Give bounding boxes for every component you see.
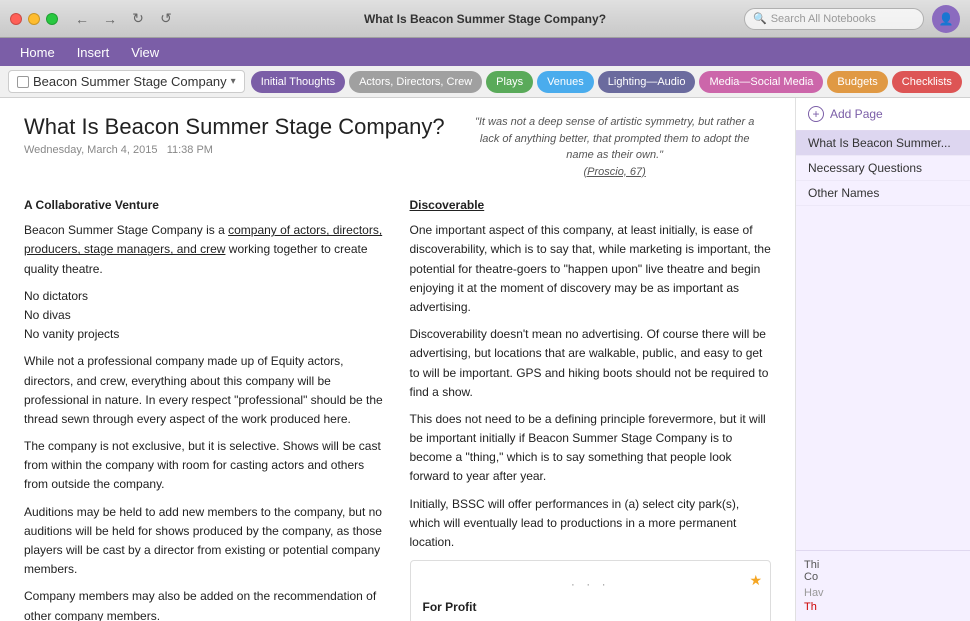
content-area: What Is Beacon Summer Stage Company? Wed…: [0, 98, 795, 621]
discover-p2: Discoverability doesn't mean no advertis…: [410, 325, 772, 402]
page-quote: "It was not a deep sense of artistic sym…: [465, 114, 765, 180]
search-bar[interactable]: 🔍 Search All Notebooks: [744, 8, 924, 30]
window-controls: [10, 13, 58, 25]
section-discoverable-title: Discoverable: [410, 196, 772, 215]
nav-arrows: ← → ↻ ↺: [70, 9, 178, 29]
left-column: A Collaborative Venture Beacon Summer St…: [12, 188, 398, 621]
sidebar-pages: What Is Beacon Summer... Necessary Quest…: [796, 131, 970, 550]
preview-text1: Thi: [804, 559, 962, 571]
for-profit-box: · · · ★ For Profit Nope, not saying anyo…: [410, 560, 772, 621]
back-button[interactable]: ←: [70, 9, 94, 29]
auditions-p: Auditions may be held to add new members…: [24, 503, 386, 580]
discover-p4: Initially, BSSC will offer performances …: [410, 495, 772, 553]
tab-checklists[interactable]: Checklists: [892, 71, 962, 93]
close-button[interactable]: [10, 13, 22, 25]
maximize-button[interactable]: [46, 13, 58, 25]
search-icon: 🔍: [753, 12, 767, 25]
tab-lighting[interactable]: Lighting—Audio: [598, 71, 696, 93]
notebook-bar: Beacon Summer Stage Company ▾ Initial Th…: [0, 66, 970, 98]
right-column: Discoverable One important aspect of thi…: [398, 188, 784, 621]
notebook-checkbox: [17, 76, 29, 88]
discover-p3: This does not need to be a defining prin…: [410, 410, 772, 487]
main-layout: What Is Beacon Summer Stage Company? Wed…: [0, 98, 970, 621]
discover-p1: One important aspect of this company, at…: [410, 221, 772, 317]
sync-button[interactable]: ↻: [126, 9, 150, 29]
tab-venues[interactable]: Venues: [537, 71, 594, 93]
sidebar-bottom-preview: Thi Co Hav Th: [796, 550, 970, 621]
collaborative-p1: Beacon Summer Stage Company is a company…: [24, 221, 386, 279]
redo-button[interactable]: ↺: [154, 9, 178, 29]
page-title: What Is Beacon Summer Stage Company?: [24, 114, 445, 140]
sidebar-page-item[interactable]: Other Names: [796, 181, 970, 206]
menu-home[interactable]: Home: [10, 42, 65, 63]
titlebar: ← → ↻ ↺ What Is Beacon Summer Stage Comp…: [0, 0, 970, 38]
add-page-label: Add Page: [830, 107, 883, 121]
page-header: What Is Beacon Summer Stage Company? Wed…: [0, 98, 795, 188]
notebook-chevron-icon: ▾: [231, 76, 236, 87]
dots-divider: · · ·: [423, 575, 759, 594]
tab-budgets[interactable]: Budgets: [827, 71, 887, 93]
menu-insert[interactable]: Insert: [67, 42, 120, 63]
notebook-label: Beacon Summer Stage Company: [33, 74, 227, 89]
window-title: What Is Beacon Summer Stage Company?: [364, 12, 606, 26]
add-page-button[interactable]: + Add Page: [796, 98, 970, 131]
sidebar-page-item[interactable]: What Is Beacon Summer...: [796, 131, 970, 156]
section-forprofit-title: For Profit: [423, 598, 759, 617]
titlebar-right: 🔍 Search All Notebooks 👤: [744, 5, 960, 33]
menu-view[interactable]: View: [121, 42, 169, 63]
minimize-button[interactable]: [28, 13, 40, 25]
plus-circle-icon: +: [808, 106, 824, 122]
preview-text3: Hav: [804, 587, 962, 599]
tab-initial-thoughts[interactable]: Initial Thoughts: [251, 71, 345, 93]
page-title-section: What Is Beacon Summer Stage Company? Wed…: [24, 114, 445, 156]
page-date: Wednesday, March 4, 2015 11:38 PM: [24, 144, 445, 156]
two-col-layout: A Collaborative Venture Beacon Summer St…: [0, 188, 795, 621]
members-p: Company members may also be added on the…: [24, 587, 386, 621]
search-placeholder: Search All Notebooks: [771, 13, 876, 25]
sidebar-page-item[interactable]: Necessary Questions: [796, 156, 970, 181]
preview-color-text: Th: [804, 601, 962, 613]
notebook-name[interactable]: Beacon Summer Stage Company ▾: [8, 70, 245, 93]
section-collaborative-title: A Collaborative Venture: [24, 196, 386, 215]
preview-text2: Co: [804, 571, 962, 583]
tab-plays[interactable]: Plays: [486, 71, 533, 93]
star-icon-right: ★: [749, 569, 762, 591]
menubar: Home Insert View: [0, 38, 970, 66]
tabs-container: Initial Thoughts Actors, Directors, Crew…: [251, 71, 962, 93]
no-dictators: No dictatorsNo divasNo vanity projects: [24, 287, 386, 345]
professional-p: While not a professional company made up…: [24, 352, 386, 429]
right-sidebar: + Add Page What Is Beacon Summer... Nece…: [795, 98, 970, 621]
forward-button[interactable]: →: [98, 9, 122, 29]
tab-actors[interactable]: Actors, Directors, Crew: [349, 71, 482, 93]
user-button[interactable]: 👤: [932, 5, 960, 33]
tab-media[interactable]: Media—Social Media: [699, 71, 823, 93]
exclusive-p: The company is not exclusive, but it is …: [24, 437, 386, 495]
